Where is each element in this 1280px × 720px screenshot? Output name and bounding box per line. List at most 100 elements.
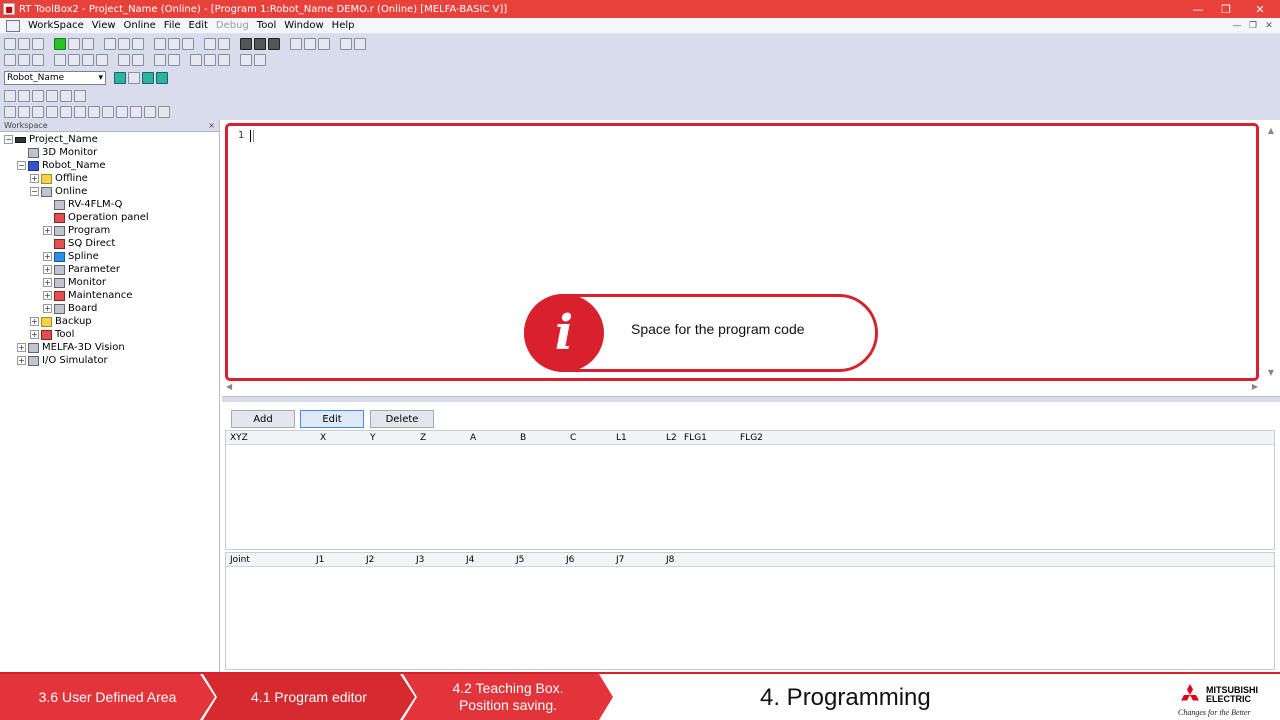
toolbar-button-icon[interactable] [74,106,86,118]
tree-item-online[interactable]: − Online [30,185,87,198]
joint-position-grid[interactable]: Joint J1 J2 J3 J4 J5 J6 J7 J8 [225,552,1275,670]
collapse-icon[interactable]: − [17,161,26,170]
expand-icon[interactable]: + [43,291,52,300]
close-icon[interactable]: × [208,121,215,130]
toolbar-button-icon[interactable] [190,54,202,66]
redo-icon[interactable] [132,54,144,66]
expand-icon[interactable]: + [43,252,52,261]
tree-item-program[interactable]: + Program [43,224,110,237]
expand-icon[interactable]: + [17,343,26,352]
tree-item-operation-panel[interactable]: Operation panel [43,211,149,224]
tree-item-spline[interactable]: + Spline [43,250,99,263]
paste-icon[interactable] [82,54,94,66]
tree-item-io-simulator[interactable]: + I/O Simulator [17,354,108,367]
open-icon[interactable] [18,54,30,66]
toolbar-button-icon[interactable] [204,38,216,50]
toolbar-button-icon[interactable] [4,90,16,102]
toolbar-button-icon[interactable] [144,106,156,118]
expand-icon[interactable]: + [43,304,52,313]
toolbar-button-icon[interactable] [254,54,266,66]
tree-item-monitor[interactable]: + Monitor [43,276,106,289]
monitor-icon[interactable] [142,72,154,84]
menu-online[interactable]: Online [120,20,160,31]
cascade-icon[interactable] [154,38,166,50]
view-icon[interactable] [240,38,252,50]
toolbar-button-icon[interactable] [132,38,144,50]
menu-view[interactable]: View [88,20,120,31]
tree-item-parameter[interactable]: + Parameter [43,263,120,276]
toolbar-button-icon[interactable] [60,90,72,102]
tree-item-sq-direct[interactable]: SQ Direct [43,237,115,250]
toolbar-button-icon[interactable] [128,72,140,84]
tree-item-melfa-3d-vision[interactable]: + MELFA-3D Vision [17,341,125,354]
tree-item-rv-4flm-q[interactable]: RV-4FLM-Q [43,198,122,211]
toolbar-button-icon[interactable] [18,38,30,50]
xyz-position-grid[interactable]: XYZ X Y Z A B C L1 L2 FLG1 FLG2 [225,430,1275,550]
add-button[interactable]: Add [231,410,295,428]
toolbar-button-icon[interactable] [102,106,114,118]
menu-help[interactable]: Help [328,20,359,31]
cut-icon[interactable] [54,54,66,66]
collapse-icon[interactable]: − [4,135,13,144]
toolbar-button-icon[interactable] [32,106,44,118]
help-icon[interactable] [354,38,366,50]
toolbar-button-icon[interactable] [318,38,330,50]
print-icon[interactable] [340,38,352,50]
toolbar-button-icon[interactable] [218,38,230,50]
toolbar-button-icon[interactable] [32,38,44,50]
expand-icon[interactable]: + [30,317,39,326]
toolbar-button-icon[interactable] [304,38,316,50]
toolbar-button-icon[interactable] [218,54,230,66]
toolbar-button-icon[interactable] [204,54,216,66]
maximize-icon[interactable]: ❐ [1212,0,1240,18]
edit-button[interactable]: Edit [300,410,364,428]
toolbar-button-icon[interactable] [18,106,30,118]
expand-icon[interactable]: + [43,226,52,235]
toolbar-button-icon[interactable] [168,54,180,66]
tree-item-maintenance[interactable]: + Maintenance [43,289,132,302]
nav-user-defined-area[interactable]: 3.6 User Defined Area [0,674,215,720]
view-icon[interactable] [268,38,280,50]
toolbar-button-icon[interactable] [82,38,94,50]
mdi-restore-icon[interactable]: ❐ [1246,19,1260,32]
nav-teaching-box[interactable]: 4.2 Teaching Box. Position saving. [403,674,613,720]
robot-select[interactable]: Robot_Name ▾ [4,71,106,85]
toolbar-button-icon[interactable] [290,38,302,50]
toolbar-button-icon[interactable] [4,106,16,118]
nav-program-editor[interactable]: 4.1 Program editor [203,674,415,720]
menu-workspace[interactable]: WorkSpace [24,20,88,31]
toolbar-button-icon[interactable] [68,38,80,50]
simulator-icon[interactable] [156,72,168,84]
toolbar-button-icon[interactable] [88,106,100,118]
new-icon[interactable] [4,54,16,66]
document-icon[interactable] [6,19,20,32]
expand-icon[interactable]: + [17,356,26,365]
undo-icon[interactable] [118,54,130,66]
tree-item-project[interactable]: − Project_Name [4,133,98,146]
tree-item-robot[interactable]: − Robot_Name [17,159,106,172]
collapse-icon[interactable]: − [30,187,39,196]
tree-item-tool[interactable]: + Tool [30,328,74,341]
tree-item-board[interactable]: + Board [43,302,97,315]
menu-tool[interactable]: Tool [253,20,280,31]
toolbar-button-icon[interactable] [154,54,166,66]
toolbar-button-icon[interactable] [240,54,252,66]
toolbar-button-icon[interactable] [104,38,116,50]
toolbar-button-icon[interactable] [60,106,72,118]
toolbar-button-icon[interactable] [74,90,86,102]
view-icon[interactable] [254,38,266,50]
save-icon[interactable] [32,54,44,66]
toolbar-button-icon[interactable] [18,90,30,102]
toolbar-button-icon[interactable] [130,106,142,118]
copy-icon[interactable] [68,54,80,66]
menu-edit[interactable]: Edit [185,20,212,31]
toolbar-button-icon[interactable] [46,90,58,102]
expand-icon[interactable]: + [43,278,52,287]
toolbar-button-icon[interactable] [158,106,170,118]
minimize-icon[interactable]: — [1184,0,1212,18]
toolbar-button-icon[interactable] [4,38,16,50]
expand-icon[interactable]: + [30,330,39,339]
toolbar-button-icon[interactable] [46,106,58,118]
menu-debug[interactable]: Debug [212,20,253,31]
tree-item-offline[interactable]: + Offline [30,172,88,185]
